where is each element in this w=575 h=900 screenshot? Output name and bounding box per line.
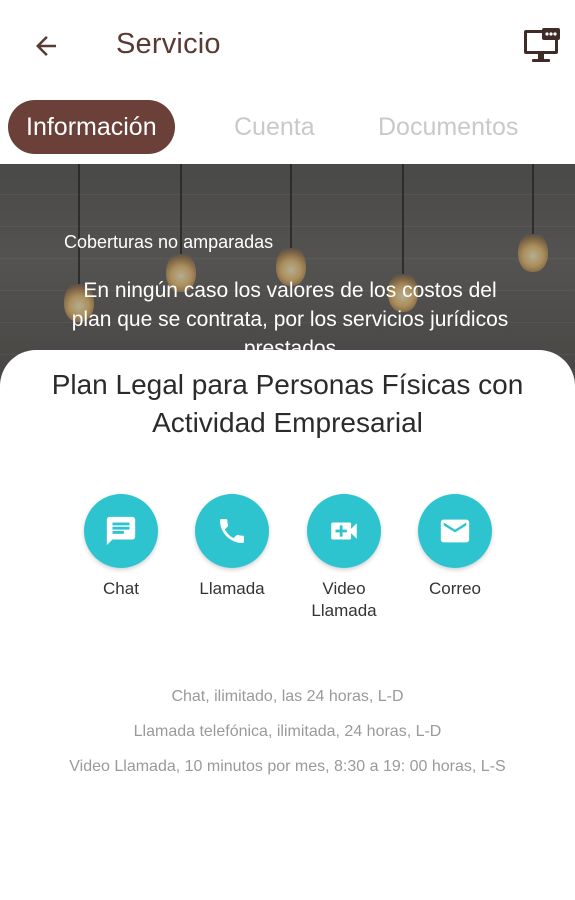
page-title: Servicio [116,28,221,60]
chat-label: Chat [103,579,139,598]
chat-button[interactable]: Chat [66,494,176,600]
monitor-chat-icon [524,28,560,62]
call-button[interactable]: Llamada [177,494,287,600]
phone-icon [220,519,244,543]
tab-bar: Información Cuenta Documentos [0,92,575,164]
mail-label: Correo [429,579,481,598]
chat-icon [106,516,136,546]
call-circle [195,494,269,568]
video-call-icon [331,522,357,540]
info-call: Llamada telefónica, ilimitada, 24 horas,… [133,723,442,740]
tab-cuenta[interactable]: Cuenta [234,100,315,154]
tab-informacion[interactable]: Información [8,100,175,154]
mail-button[interactable]: Correo [400,494,510,600]
back-button[interactable] [26,26,66,66]
tab-documentos[interactable]: Documentos [378,100,518,154]
plan-card: Plan Legal para Personas Físicas con Act… [0,350,575,900]
plan-title: Plan Legal para Personas Físicas con Act… [51,369,524,438]
hero-subtitle: Coberturas no amparadas [64,232,274,252]
mail-icon [440,519,470,543]
call-label: Llamada [199,579,265,598]
info-video-call: Video Llamada, 10 minutos por mes, 8:30 … [69,758,506,775]
mail-circle [418,494,492,568]
chat-circle [84,494,158,568]
video-call-button[interactable]: Video Llamada [289,494,399,622]
arrow-left-icon [36,36,56,56]
info-chat: Chat, ilimitado, las 24 horas, L-D [171,688,404,705]
app-header: Servicio [0,0,575,92]
video-call-label: Video Llamada [311,579,377,620]
monitor-button[interactable] [518,22,566,70]
video-call-circle [307,494,381,568]
